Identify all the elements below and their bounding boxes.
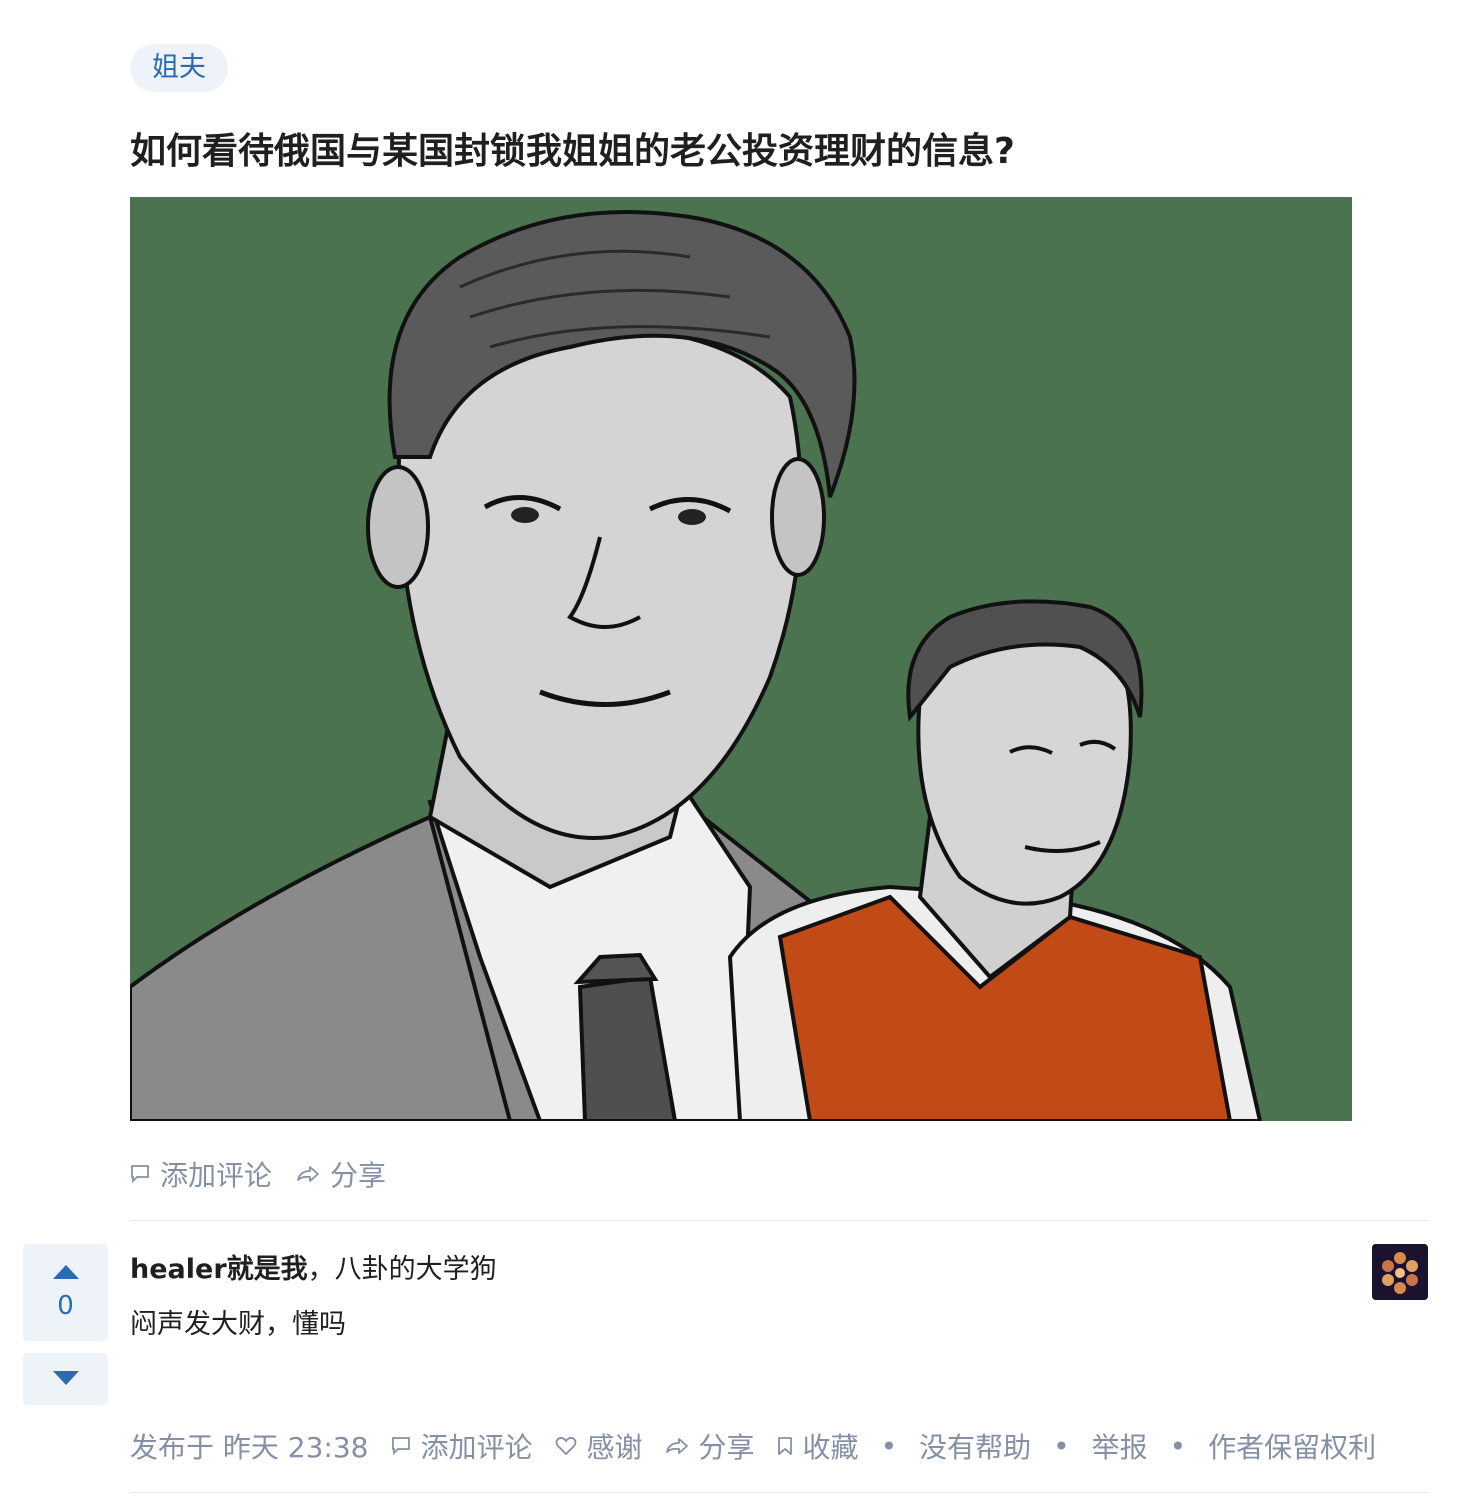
collect-label: 收藏 — [802, 1431, 859, 1464]
separator-dot: • — [880, 1429, 898, 1463]
thanks-button[interactable]: 感谢 — [555, 1426, 643, 1466]
publish-time[interactable]: 发布于 昨天 23:38 — [130, 1426, 369, 1466]
no-help-button[interactable]: 没有帮助 — [919, 1426, 1031, 1466]
author-avatar[interactable] — [1372, 1244, 1428, 1300]
copyright-notice[interactable]: 作者保留权利 — [1208, 1426, 1376, 1466]
question-answer-divider — [130, 1220, 1428, 1221]
separator-dot: • — [1169, 1429, 1187, 1463]
bookmark-icon — [777, 1430, 793, 1463]
answer-comment-label: 添加评论 — [420, 1431, 533, 1464]
triangle-up-icon — [52, 1264, 79, 1283]
question-share-label: 分享 — [330, 1159, 387, 1192]
question-comment-button[interactable]: 添加评论 — [130, 1154, 272, 1194]
author-name-link[interactable]: healer就是我 — [130, 1254, 308, 1285]
vote-down-button[interactable] — [23, 1353, 108, 1405]
illustration-drawing — [130, 197, 1352, 1121]
answer-meta-bar: 发布于 昨天 23:38 添加评论 感谢 分享 收藏 • 没有帮助 • 举报 •… — [130, 1422, 1398, 1470]
question-title: 如何看待俄国与某国封锁我姐姐的老公投资理财的信息? — [130, 131, 1015, 172]
vote-up-button[interactable]: 0 — [23, 1244, 108, 1341]
thanks-label: 感谢 — [586, 1431, 643, 1464]
separator-dot: • — [1053, 1429, 1070, 1463]
question-actions: 添加评论 分享 — [130, 1150, 410, 1198]
answer-share-button[interactable]: 分享 — [665, 1426, 755, 1466]
answer-share-label: 分享 — [698, 1431, 755, 1464]
question-comment-label: 添加评论 — [160, 1159, 273, 1192]
answer-comment-button[interactable]: 添加评论 — [391, 1426, 533, 1466]
share-icon — [665, 1430, 689, 1463]
question-share-button[interactable]: 分享 — [296, 1154, 386, 1194]
triangle-down-icon — [52, 1370, 79, 1389]
avatar-image — [1372, 1244, 1428, 1300]
share-icon — [296, 1158, 320, 1191]
comment-icon — [391, 1430, 411, 1463]
author-bio: ，八卦的大学狗 — [307, 1254, 497, 1285]
vote-count: 0 — [57, 1291, 74, 1321]
heart-icon — [555, 1430, 577, 1463]
collect-button[interactable]: 收藏 — [777, 1426, 859, 1466]
question-illustration — [130, 197, 1352, 1121]
topic-tag[interactable]: 姐夫 — [130, 44, 228, 92]
report-button[interactable]: 举报 — [1092, 1426, 1148, 1466]
comment-icon — [130, 1158, 150, 1191]
answer-author-line: healer就是我，八卦的大学狗 — [130, 1250, 497, 1290]
answer-content: 闷声发大财，懂吗 — [130, 1309, 346, 1340]
answer-bottom-divider — [130, 1492, 1428, 1493]
